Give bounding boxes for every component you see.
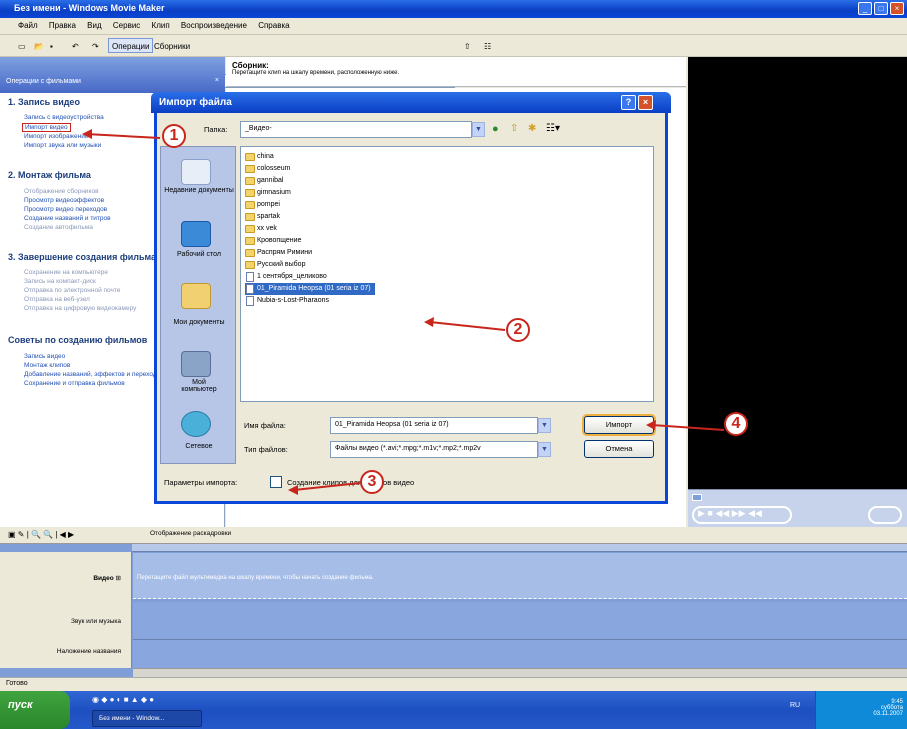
callout-4: 4 <box>724 412 748 436</box>
callout-2: 2 <box>506 318 530 342</box>
callout-3: 3 <box>360 470 384 494</box>
annotation-arrows <box>82 129 725 495</box>
callout-1: 1 <box>162 124 186 148</box>
